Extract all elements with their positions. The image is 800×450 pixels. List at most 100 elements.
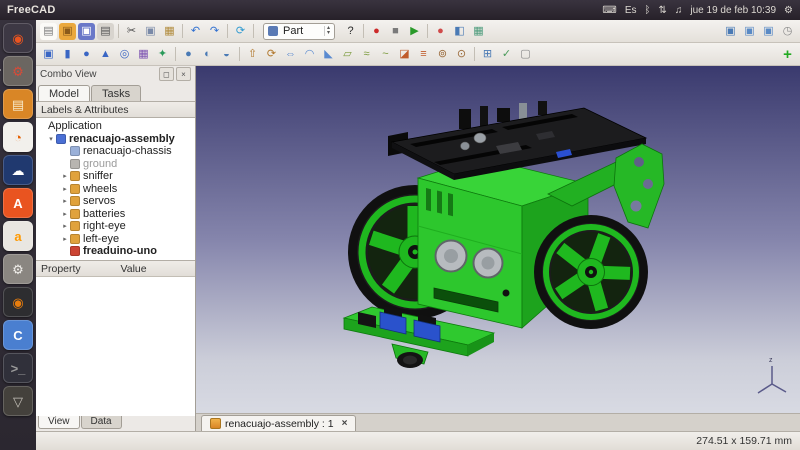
sweep-icon[interactable]: ~ bbox=[377, 46, 394, 63]
launcher-chromium[interactable]: C bbox=[3, 320, 33, 350]
thickness-icon[interactable]: ⊙ bbox=[453, 46, 470, 63]
redo-icon[interactable]: ↷ bbox=[206, 23, 223, 40]
bluetooth-icon[interactable]: ᛒ bbox=[645, 5, 651, 16]
tree-expander-icon[interactable]: ▸ bbox=[60, 172, 70, 180]
tree-item-application[interactable]: Application bbox=[36, 120, 195, 133]
launcher-terminal[interactable]: >_ bbox=[3, 353, 33, 383]
refresh-icon[interactable]: ⟳ bbox=[232, 23, 249, 40]
boolean-common-icon[interactable]: ◐ bbox=[199, 46, 216, 63]
launcher-software-center[interactable]: A bbox=[3, 188, 33, 218]
compound-icon[interactable]: ⊞ bbox=[479, 46, 496, 63]
cut-icon[interactable]: ✂ bbox=[123, 23, 140, 40]
axonometric-view-icon[interactable]: ▣ bbox=[722, 23, 739, 40]
launcher-amazon[interactable]: a bbox=[3, 221, 33, 251]
keyboard-layout-indicator[interactable]: Es bbox=[625, 5, 637, 16]
3d-scene-svg[interactable]: z bbox=[196, 66, 800, 413]
tab-tasks[interactable]: Tasks bbox=[91, 85, 141, 101]
launcher-files[interactable]: ▤ bbox=[3, 89, 33, 119]
tab-view[interactable]: View bbox=[38, 416, 80, 429]
tree-expander-icon[interactable]: ▸ bbox=[60, 197, 70, 205]
tree-expander-icon[interactable]: ▸ bbox=[60, 235, 70, 243]
launcher-blender[interactable]: ◉ bbox=[3, 287, 33, 317]
primitives-icon[interactable]: ▦ bbox=[135, 46, 152, 63]
macro-play-icon[interactable]: ▶ bbox=[406, 23, 423, 40]
cone-icon[interactable]: ▲ bbox=[97, 46, 114, 63]
tree-item-sniffer[interactable]: ▸ sniffer bbox=[36, 170, 195, 183]
cross-sections-icon[interactable]: ≡ bbox=[415, 46, 432, 63]
document-tab[interactable]: renacuajo-assembly : 1 × bbox=[201, 415, 356, 431]
loft-icon[interactable]: ≈ bbox=[358, 46, 375, 63]
tree-item-wheels[interactable]: ▸ wheels bbox=[36, 183, 195, 196]
launcher-ubuntu-one[interactable]: ☁ bbox=[3, 155, 33, 185]
workbench-stepper[interactable]: ▴ ▾ bbox=[324, 26, 332, 36]
appearance-icon[interactable]: ● bbox=[432, 23, 449, 40]
tree-item-servos[interactable]: ▸ servos bbox=[36, 195, 195, 208]
session-menu-icon[interactable]: ⚙ bbox=[784, 5, 793, 16]
tree-item-freaduino-uno[interactable]: freaduino-uno bbox=[36, 245, 195, 258]
torus-icon[interactable]: ◎ bbox=[116, 46, 133, 63]
check-geometry-icon[interactable]: ✓ bbox=[498, 46, 515, 63]
network-icon[interactable]: ⇅ bbox=[659, 5, 667, 16]
whats-this-icon[interactable]: ? bbox=[342, 23, 359, 40]
tree-expander-icon[interactable]: ▸ bbox=[60, 185, 70, 193]
float-panel-icon[interactable]: ◻ bbox=[159, 67, 174, 81]
print-icon[interactable]: ▤ bbox=[97, 23, 114, 40]
texture-icon[interactable]: ▦ bbox=[470, 23, 487, 40]
tree-item-batteries[interactable]: ▸ batteries bbox=[36, 208, 195, 221]
section-icon[interactable]: ◪ bbox=[396, 46, 413, 63]
close-document-icon[interactable]: × bbox=[342, 418, 348, 429]
tree-item-renacuajo-assembly[interactable]: ▾ renacuajo-assembly bbox=[36, 133, 195, 146]
volume-icon[interactable]: ♫ bbox=[675, 5, 683, 16]
draw-style-icon[interactable]: ◧ bbox=[451, 23, 468, 40]
copy-icon[interactable]: ▣ bbox=[142, 23, 159, 40]
workbench-selector[interactable]: Part ▴ ▾ bbox=[263, 23, 335, 40]
front-view-icon[interactable]: ▣ bbox=[741, 23, 758, 40]
tree-expander-icon[interactable]: ▸ bbox=[60, 222, 70, 230]
tab-data[interactable]: Data bbox=[81, 416, 122, 429]
keyboard-indicator-icon[interactable]: ⌨ bbox=[602, 5, 616, 16]
boolean-union-icon[interactable]: ● bbox=[180, 46, 197, 63]
ruled-surface-icon[interactable]: ▱ bbox=[339, 46, 356, 63]
macro-record-icon[interactable]: ● bbox=[368, 23, 385, 40]
tree-item-ground[interactable]: ground bbox=[36, 158, 195, 171]
stepper-down-icon[interactable]: ▾ bbox=[327, 31, 330, 36]
launcher-freecad[interactable]: ⚙ bbox=[3, 56, 33, 86]
mirror-icon[interactable]: ⇔ bbox=[282, 46, 299, 63]
shape-builder-icon[interactable]: ✦ bbox=[154, 46, 171, 63]
close-panel-icon[interactable]: × bbox=[176, 67, 191, 81]
clock[interactable]: jue 19 de feb 10:39 bbox=[690, 5, 776, 16]
launcher-system-settings[interactable]: ⚙ bbox=[3, 254, 33, 284]
launcher-firefox[interactable]: ◔ bbox=[3, 122, 33, 152]
tree-item-left-eye[interactable]: ▸ left-eye bbox=[36, 233, 195, 246]
box-icon[interactable]: ▣ bbox=[40, 46, 57, 63]
macro-stop-icon[interactable]: ■ bbox=[387, 23, 404, 40]
launcher-trash[interactable]: ▽ bbox=[3, 386, 33, 416]
tree-item-right-eye[interactable]: ▸ right-eye bbox=[36, 220, 195, 233]
recent-history-icon[interactable]: ◷ bbox=[779, 23, 796, 40]
tree-item-icon bbox=[56, 134, 66, 144]
sphere-icon[interactable]: ● bbox=[78, 46, 95, 63]
tree-expander-icon[interactable]: ▾ bbox=[46, 135, 56, 143]
tree-expander-icon[interactable]: ▸ bbox=[60, 210, 70, 218]
fillet-icon[interactable]: ◠ bbox=[301, 46, 318, 63]
tab-model[interactable]: Model bbox=[38, 85, 90, 101]
boolean-cut-icon[interactable]: ◒ bbox=[218, 46, 235, 63]
save-document-icon[interactable]: ▣ bbox=[78, 23, 95, 40]
3d-scene[interactable]: z bbox=[196, 66, 800, 413]
extrude-icon[interactable]: ⇧ bbox=[244, 46, 261, 63]
launcher-dash-home[interactable]: ◉ bbox=[3, 23, 33, 53]
new-document-icon[interactable]: ▤ bbox=[40, 23, 57, 40]
cylinder-icon[interactable]: ▮ bbox=[59, 46, 76, 63]
chamfer-icon[interactable]: ◣ bbox=[320, 46, 337, 63]
revolve-icon[interactable]: ⟳ bbox=[263, 46, 280, 63]
property-table-body[interactable] bbox=[36, 277, 195, 416]
paste-icon[interactable]: ▦ bbox=[161, 23, 178, 40]
open-document-icon[interactable]: ▣ bbox=[59, 23, 76, 40]
tree-item-renacuajo-chassis[interactable]: renacuajo-chassis bbox=[36, 145, 195, 158]
add-icon[interactable]: + bbox=[779, 46, 796, 63]
defeaturing-icon[interactable]: ▢ bbox=[517, 46, 534, 63]
undo-icon[interactable]: ↶ bbox=[187, 23, 204, 40]
top-view-icon[interactable]: ▣ bbox=[760, 23, 777, 40]
freecad-window: ▤▣▣▤✂▣▦↶↷⟳ Part ▴ ▾ ?●■▶●◧▦▣▣▣◷ ▣▮●▲◎▦✦●… bbox=[36, 20, 800, 450]
offset-icon[interactable]: ⊚ bbox=[434, 46, 451, 63]
